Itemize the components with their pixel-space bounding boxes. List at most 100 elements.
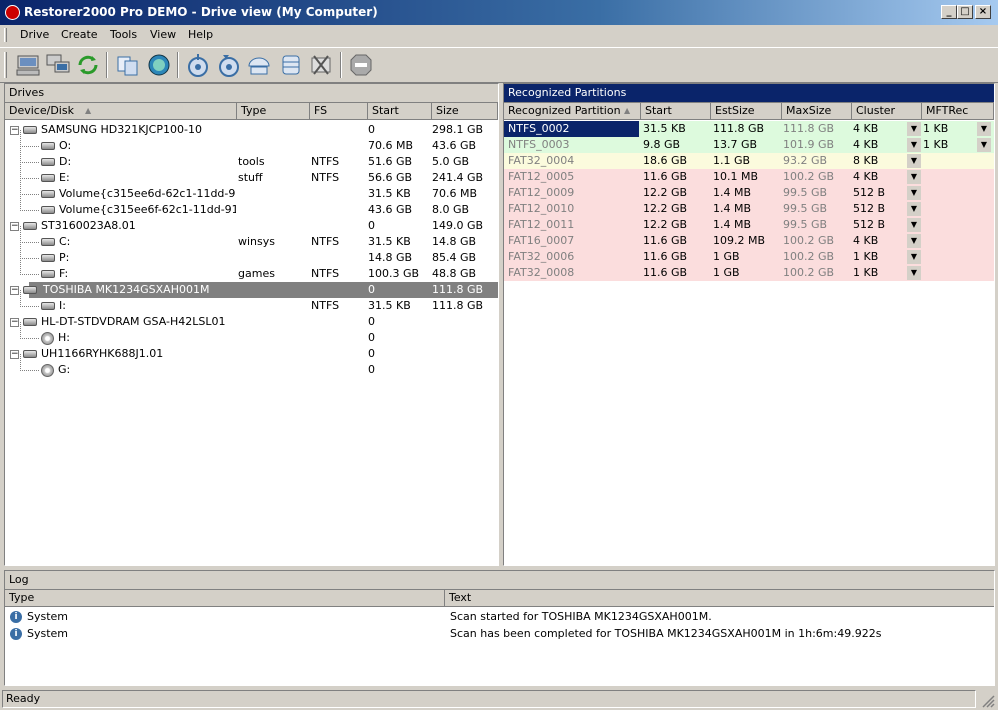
drive-name: G: <box>58 363 71 376</box>
col-estsize[interactable]: EstSize <box>711 103 782 119</box>
drive-row[interactable]: − TOSHIBA MK1234GSXAH001M 0 111.8 GB <box>10 282 498 298</box>
drive-row[interactable]: D: tools NTFS 51.6 GB 5.0 GB <box>5 146 498 170</box>
drive-row[interactable]: − HL-DT-STDVDRAM GSA-H42LSL01 0 <box>5 314 498 330</box>
drive-name-cell: C: <box>41 234 236 250</box>
drive-row[interactable]: Volume{c315ee6d-62c1-11dd-91… 31.5 KB 70.6… <box>5 178 498 202</box>
col-device-disk[interactable]: Device/Disk ▲ <box>5 103 237 119</box>
col-type[interactable]: Type <box>237 103 310 119</box>
drive-row[interactable]: O: 70.6 MB 43.6 GB <box>5 130 498 154</box>
search-disk-icon[interactable] <box>146 52 172 78</box>
drive-row[interactable]: I: NTFS 31.5 KB 111.8 GB <box>5 290 498 314</box>
copy-icon[interactable] <box>115 52 141 78</box>
partition-row[interactable]: FAT12_0011 12.2 GB 1.4 MB 99.5 GB 512 B ▼ <box>504 217 994 233</box>
partition-row[interactable]: FAT32_0006 11.6 GB 1 GB 100.2 GB 1 KB ▼ <box>504 249 994 265</box>
col-maxsize[interactable]: MaxSize <box>782 103 852 119</box>
menu-view[interactable]: View <box>144 28 182 42</box>
col-log-text[interactable]: Text <box>445 590 994 606</box>
partition-row[interactable]: FAT16_0007 11.6 GB 109.2 MB 100.2 GB 4 KB ▼ <box>504 233 994 249</box>
drive-start: 31.5 KB <box>368 187 411 200</box>
drive-row[interactable]: P: 14.8 GB 85.4 GB <box>5 242 498 266</box>
drive-row[interactable]: − SAMSUNG HD321KJCP100-10 0 298.1 GB <box>5 122 498 138</box>
cluster-dropdown-icon[interactable]: ▼ <box>907 266 921 280</box>
log-entry[interactable]: i System Scan has been completed for TOSHI… <box>5 626 994 642</box>
close-button[interactable]: × <box>975 5 991 19</box>
refresh-icon[interactable] <box>75 52 101 78</box>
partition-icon <box>41 302 55 310</box>
col-device-disk-label: Device/Disk <box>9 104 74 117</box>
cluster-dropdown-icon[interactable]: ▼ <box>907 250 921 264</box>
drive-row[interactable]: − UH1166RYHK688J1.01 0 <box>5 346 498 362</box>
app-icon[interactable] <box>5 5 20 20</box>
image-icon[interactable] <box>216 52 242 78</box>
maximize-button[interactable]: □ <box>957 5 973 19</box>
drive-row[interactable]: Volume{c315ee6f-62c1-11dd-91… 43.6 GB 8.0 … <box>5 194 498 218</box>
col-cluster[interactable]: Cluster <box>852 103 922 119</box>
partition-start: 9.8 GB <box>643 138 681 151</box>
cluster-dropdown-icon[interactable]: ▼ <box>907 138 921 152</box>
network-icon[interactable] <box>45 52 71 78</box>
drive-name: D: <box>59 155 72 168</box>
cluster-dropdown-icon[interactable]: ▼ <box>907 122 921 136</box>
cluster-dropdown-icon[interactable]: ▼ <box>907 234 921 248</box>
drive-fs <box>311 250 366 266</box>
col-recognized-partition[interactable]: Recognized Partition ▲ <box>504 103 641 119</box>
menu-drive[interactable]: Drive <box>14 28 55 42</box>
drive-row[interactable]: − ST3160023A8.01 0 149.0 GB <box>5 218 498 234</box>
col-log-type[interactable]: Type <box>5 590 445 606</box>
cluster-dropdown-icon[interactable]: ▼ <box>907 170 921 184</box>
partition-row[interactable]: FAT12_0009 12.2 GB 1.4 MB 99.5 GB 512 B ▼ <box>504 185 994 201</box>
drive-start: 31.5 KB <box>368 299 411 312</box>
log-panel-title: Log <box>5 571 994 590</box>
partition-row[interactable]: NTFS_0002 31.5 KB 111.8 GB 111.8 GB 4 KB ▼ 1 K… <box>504 121 994 137</box>
col-fs[interactable]: FS <box>310 103 368 119</box>
partition-row[interactable]: FAT32_0008 11.6 GB 1 GB 100.2 GB 1 KB ▼ <box>504 265 994 281</box>
drive-row[interactable]: H: 0 <box>5 322 498 346</box>
menu-tools[interactable]: Tools <box>104 28 143 42</box>
collapse-toggle-icon[interactable]: − <box>10 285 19 295</box>
col-start[interactable]: Start <box>368 103 432 119</box>
stop-icon[interactable] <box>348 52 374 78</box>
partition-name: FAT12_0010 <box>508 202 575 215</box>
collapse-toggle-icon[interactable]: − <box>10 317 19 327</box>
collapse-toggle-icon[interactable]: − <box>10 221 19 231</box>
tree-line <box>20 162 39 179</box>
partitions-panel-title: Recognized Partitions <box>504 84 994 103</box>
drive-fs <box>311 362 366 378</box>
drive-row[interactable]: F: games NTFS 100.3 GB 48.8 GB <box>5 258 498 282</box>
col-size[interactable]: Size <box>432 103 498 119</box>
collapse-toggle-icon[interactable]: − <box>10 349 19 359</box>
cluster-dropdown-icon[interactable]: ▼ <box>907 218 921 232</box>
region-icon[interactable] <box>246 52 272 78</box>
computer-icon[interactable] <box>15 52 41 78</box>
col-start[interactable]: Start <box>641 103 711 119</box>
mftrec-dropdown-icon[interactable]: ▼ <box>977 138 991 152</box>
cluster-dropdown-icon[interactable]: ▼ <box>907 154 921 168</box>
stack-icon[interactable] <box>278 52 304 78</box>
drive-size: 85.4 GB <box>432 251 477 264</box>
drive-type <box>238 138 308 154</box>
partition-row[interactable]: FAT32_0004 18.6 GB 1.1 GB 93.2 GB 8 KB ▼ <box>504 153 994 169</box>
delete-icon[interactable] <box>308 52 334 78</box>
menu-help[interactable]: Help <box>182 28 219 42</box>
partition-row[interactable]: FAT12_0005 11.6 GB 10.1 MB 100.2 GB 4 KB ▼ <box>504 169 994 185</box>
minimize-button[interactable]: _ <box>941 5 957 19</box>
cluster-dropdown-icon[interactable]: ▼ <box>907 202 921 216</box>
log-entry[interactable]: i System Scan started for TOSHIBA MK1234GS… <box>5 609 994 625</box>
partition-cluster: 512 B <box>853 218 886 231</box>
drive-start: 51.6 GB <box>368 155 413 168</box>
partition-cluster: 1 KB <box>853 250 879 263</box>
scan-icon[interactable] <box>185 52 211 78</box>
drive-row[interactable]: G: 0 <box>5 354 498 378</box>
menu-create[interactable]: Create <box>55 28 104 42</box>
partition-row[interactable]: FAT12_0010 12.2 GB 1.4 MB 99.5 GB 512 B ▼ <box>504 201 994 217</box>
drive-row[interactable]: E: stuff NTFS 56.6 GB 241.4 GB <box>5 162 498 186</box>
collapse-toggle-icon[interactable]: − <box>10 125 19 135</box>
partition-start: 11.6 GB <box>643 234 688 247</box>
resize-grip-icon[interactable] <box>982 695 995 708</box>
partition-row[interactable]: NTFS_0003 9.8 GB 13.7 GB 101.9 GB 4 KB ▼ 1 KB ▼ <box>504 137 994 153</box>
col-mftrec[interactable]: MFTRec <box>922 103 994 119</box>
cluster-dropdown-icon[interactable]: ▼ <box>907 186 921 200</box>
mftrec-dropdown-icon[interactable]: ▼ <box>977 122 991 136</box>
drive-row[interactable]: C: winsys NTFS 31.5 KB 14.8 GB <box>5 226 498 250</box>
partition-mftrec: 1 KB <box>923 122 949 135</box>
